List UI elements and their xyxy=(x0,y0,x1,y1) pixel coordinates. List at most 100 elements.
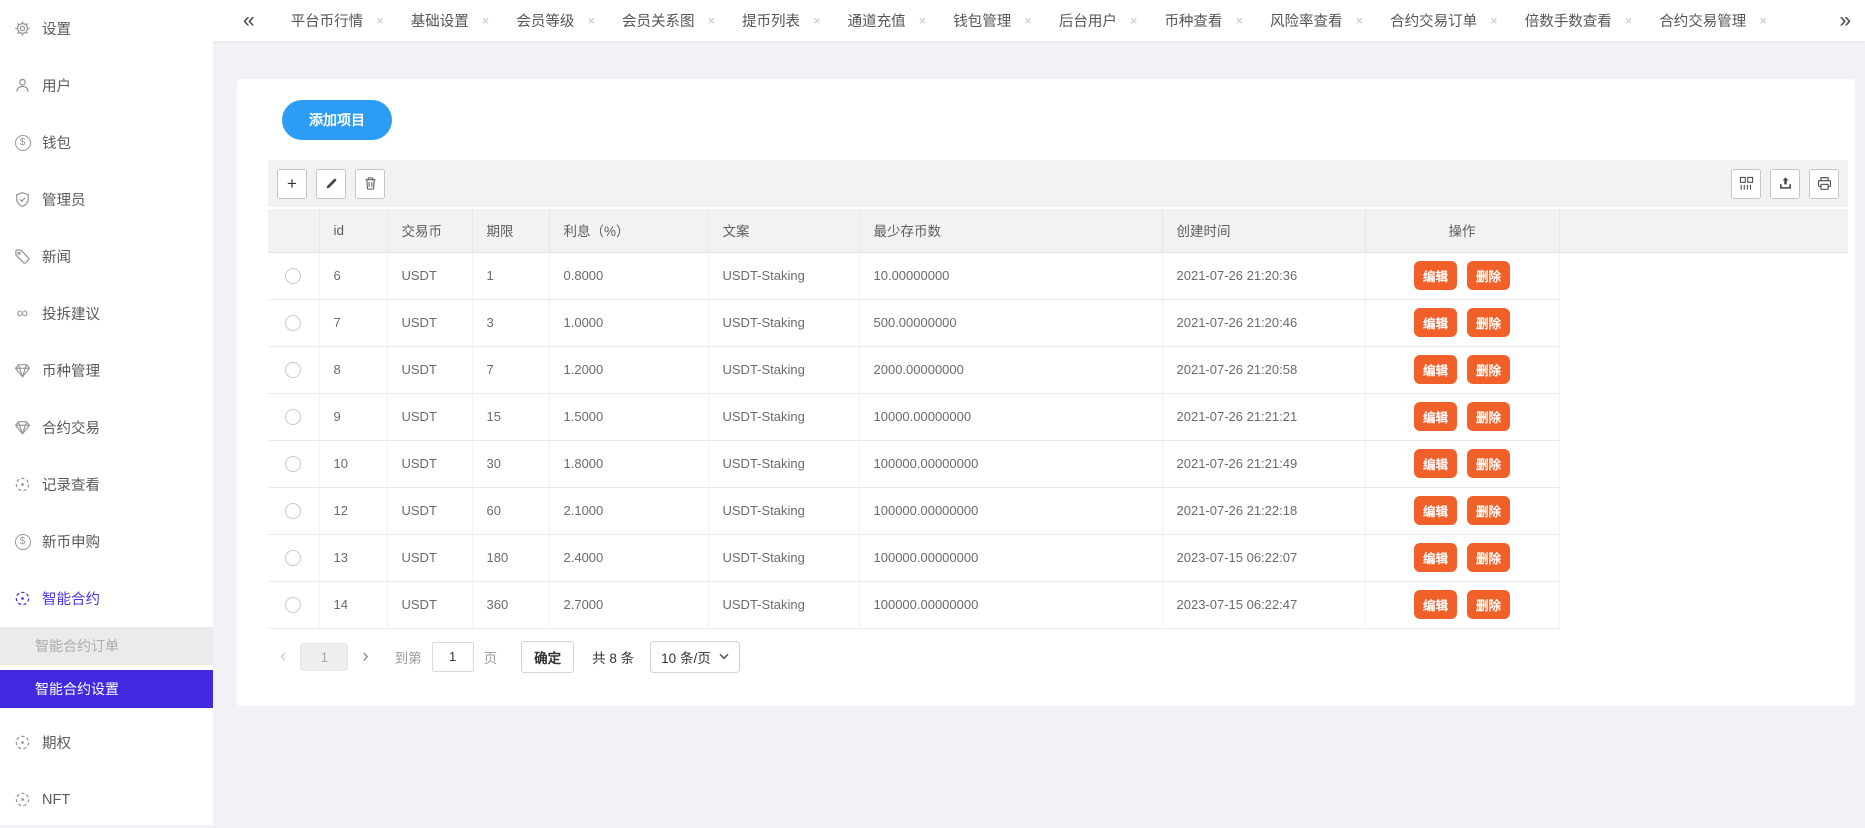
sidebar-item-label: NFT xyxy=(42,792,70,808)
edit-button[interactable]: 编辑 xyxy=(1414,496,1457,525)
row-radio[interactable] xyxy=(285,268,301,284)
delete-button[interactable]: 删除 xyxy=(1467,355,1510,384)
delete-button[interactable]: 删除 xyxy=(1467,449,1510,478)
sidebar-item-records[interactable]: 记录查看 xyxy=(0,456,213,513)
delete-button[interactable]: 删除 xyxy=(1467,308,1510,337)
sidebar-item-feedback[interactable]: ∞ 投拆建议 xyxy=(0,285,213,342)
row-radio[interactable] xyxy=(285,409,301,425)
close-icon[interactable]: × xyxy=(1235,13,1243,28)
goto-page-input[interactable] xyxy=(432,642,474,672)
sidebar-item-label: 设置 xyxy=(42,18,71,39)
content-card: 添加项目 + xyxy=(237,79,1855,706)
sidebar-item-nft[interactable]: NFT xyxy=(0,771,213,828)
export-button[interactable] xyxy=(1770,169,1800,199)
row-radio[interactable] xyxy=(285,456,301,472)
close-icon[interactable]: × xyxy=(1024,13,1032,28)
delete-button[interactable]: 删除 xyxy=(1467,590,1510,619)
tab-risk-rate-view[interactable]: 风险率查看× xyxy=(1270,10,1363,31)
user-icon xyxy=(14,77,31,94)
next-page-icon[interactable]: › xyxy=(362,647,368,666)
row-radio[interactable] xyxy=(285,362,301,378)
data-grid: + xyxy=(268,160,1848,673)
edit-button[interactable]: 编辑 xyxy=(1414,308,1457,337)
tab-wallet-manage[interactable]: 钱包管理× xyxy=(953,10,1032,31)
close-icon[interactable]: × xyxy=(919,13,927,28)
row-radio[interactable] xyxy=(285,503,301,519)
tab-basic-settings[interactable]: 基础设置× xyxy=(411,10,490,31)
tab-coin-view[interactable]: 币种查看× xyxy=(1164,10,1243,31)
sidebar-item-contract-trade[interactable]: 合约交易 xyxy=(0,399,213,456)
edit-row-button[interactable] xyxy=(316,169,346,199)
row-radio[interactable] xyxy=(285,315,301,331)
close-icon[interactable]: × xyxy=(1625,13,1633,28)
close-icon[interactable]: × xyxy=(482,13,490,28)
gem-icon xyxy=(14,419,31,436)
header-interest: 利息（%） xyxy=(549,209,708,252)
tab-member-level[interactable]: 会员等级× xyxy=(516,10,595,31)
delete-button[interactable]: 删除 xyxy=(1467,496,1510,525)
row-radio[interactable] xyxy=(285,597,301,613)
tab-contract-trade-manage[interactable]: 合约交易管理× xyxy=(1659,10,1767,31)
current-page-button[interactable]: 1 xyxy=(300,643,348,671)
table-row: 14 USDT 360 2.7000 USDT-Staking 100000.0… xyxy=(268,581,1848,628)
sidebar-subitem-label: 智能合约订单 xyxy=(35,638,119,654)
row-radio[interactable] xyxy=(285,550,301,566)
header-min-deposit: 最少存币数 xyxy=(859,209,1162,252)
close-icon[interactable]: × xyxy=(707,13,715,28)
tab-multiplier-lots-view[interactable]: 倍数手数查看× xyxy=(1525,10,1633,31)
sidebar-item-label: 记录查看 xyxy=(42,474,100,495)
delete-button[interactable]: 删除 xyxy=(1467,261,1510,290)
sidebar-item-admin[interactable]: 管理员 xyxy=(0,171,213,228)
sidebar-item-smart-contract[interactable]: 智能合约 xyxy=(0,570,213,627)
tab-withdraw-list[interactable]: 提币列表× xyxy=(742,10,821,31)
confirm-page-button[interactable]: 确定 xyxy=(521,641,574,673)
sidebar-item-label: 智能合约 xyxy=(42,588,100,609)
grid-toolbar: + xyxy=(268,160,1848,207)
table-row: 6 USDT 1 0.8000 USDT-Staking 10.00000000… xyxy=(268,252,1848,299)
edit-button[interactable]: 编辑 xyxy=(1414,261,1457,290)
edit-button[interactable]: 编辑 xyxy=(1414,543,1457,572)
table-row: 9 USDT 15 1.5000 USDT-Staking 10000.0000… xyxy=(268,393,1848,440)
sidebar-item-coin-manage[interactable]: 币种管理 xyxy=(0,342,213,399)
table-row: 8 USDT 7 1.2000 USDT-Staking 2000.000000… xyxy=(268,346,1848,393)
header-term: 期限 xyxy=(472,209,549,252)
tab-member-relation[interactable]: 会员关系图× xyxy=(622,10,715,31)
sidebar-subitem-smart-contract-settings[interactable]: 智能合约设置 xyxy=(0,670,213,708)
sidebar-subitem-smart-contract-orders[interactable]: 智能合约订单 xyxy=(0,627,213,665)
sidebar-item-label: 币种管理 xyxy=(42,360,100,381)
sidebar: 设置 用户 $ 钱包 管理员 新闻 ∞ 投拆建议 币种管理 xyxy=(0,0,213,825)
add-row-button[interactable]: + xyxy=(277,169,307,199)
delete-button[interactable]: 删除 xyxy=(1467,543,1510,572)
sidebar-item-users[interactable]: 用户 xyxy=(0,57,213,114)
sidebar-item-options[interactable]: 期权 xyxy=(0,714,213,771)
close-icon[interactable]: × xyxy=(376,13,384,28)
delete-row-button[interactable] xyxy=(355,169,385,199)
close-icon[interactable]: × xyxy=(1356,13,1364,28)
table-row: 7 USDT 3 1.0000 USDT-Staking 500.0000000… xyxy=(268,299,1848,346)
tab-platform-coin-market[interactable]: 平台币行情× xyxy=(291,10,384,31)
page-size-select[interactable]: 10 条/页 xyxy=(650,641,740,673)
sidebar-item-new-coin-subscribe[interactable]: $ 新币申购 xyxy=(0,513,213,570)
choose-columns-button[interactable] xyxy=(1731,169,1761,199)
edit-button[interactable]: 编辑 xyxy=(1414,402,1457,431)
close-icon[interactable]: × xyxy=(1490,13,1498,28)
prev-page-icon[interactable]: ‹ xyxy=(280,647,286,666)
tab-channel-deposit[interactable]: 通道充值× xyxy=(848,10,927,31)
add-item-button[interactable]: 添加项目 xyxy=(282,100,392,140)
tab-contract-orders[interactable]: 合约交易订单× xyxy=(1390,10,1498,31)
edit-button[interactable]: 编辑 xyxy=(1414,590,1457,619)
close-icon[interactable]: × xyxy=(813,13,821,28)
collapse-tabs-icon[interactable]: « xyxy=(243,10,255,31)
sidebar-item-settings[interactable]: 设置 xyxy=(0,0,213,57)
close-icon[interactable]: × xyxy=(587,13,595,28)
close-icon[interactable]: × xyxy=(1130,13,1138,28)
sidebar-item-wallet[interactable]: $ 钱包 xyxy=(0,114,213,171)
edit-button[interactable]: 编辑 xyxy=(1414,355,1457,384)
print-button[interactable] xyxy=(1809,169,1839,199)
delete-button[interactable]: 删除 xyxy=(1467,402,1510,431)
edit-button[interactable]: 编辑 xyxy=(1414,449,1457,478)
sidebar-item-news[interactable]: 新闻 xyxy=(0,228,213,285)
close-icon[interactable]: × xyxy=(1759,13,1767,28)
tab-backend-users[interactable]: 后台用户× xyxy=(1059,10,1138,31)
expand-tabs-icon[interactable]: » xyxy=(1833,10,1851,31)
